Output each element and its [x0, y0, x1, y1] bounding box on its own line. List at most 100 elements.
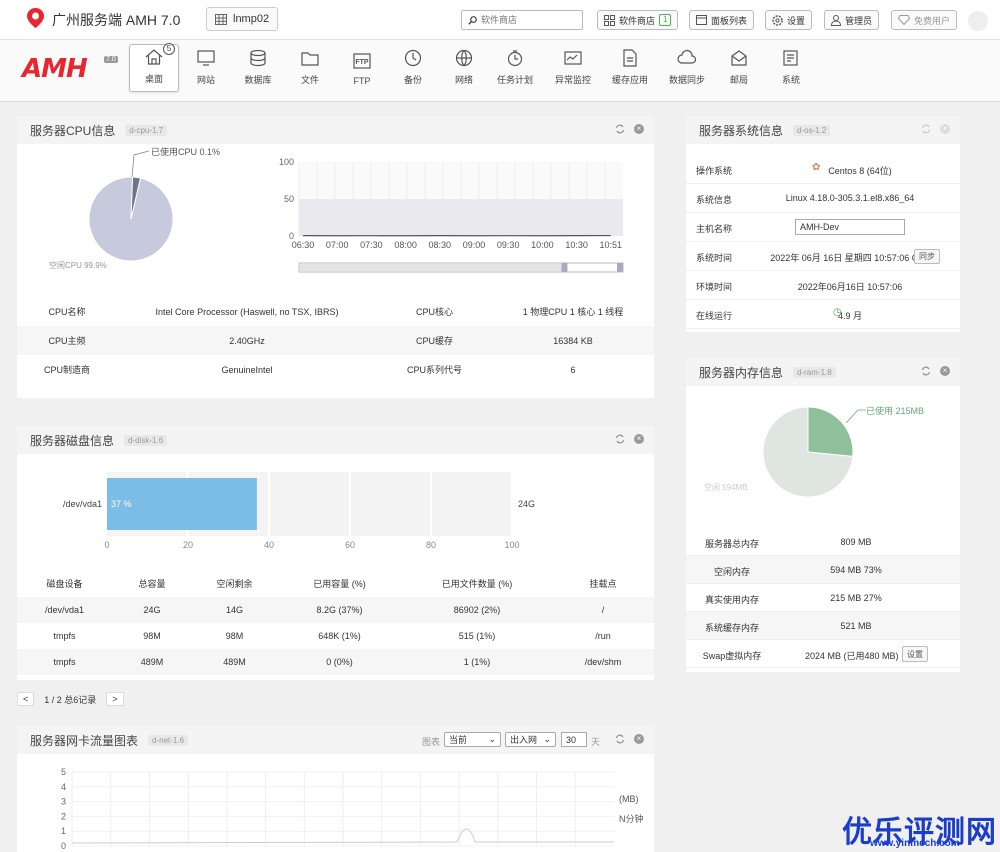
sys-key: 环境时间	[696, 282, 733, 292]
nav-item-mail[interactable]: 邮局	[714, 44, 764, 92]
settings-button[interactable]: 设置	[765, 10, 813, 30]
ram-row: 空闲内存 594 MB 73%	[686, 556, 960, 584]
close-icon[interactable]: ×	[634, 734, 644, 744]
cpu-line-xtick: 10:00	[531, 240, 554, 250]
free-user-button[interactable]: 免费用户	[891, 10, 958, 30]
nav-item-label: 邮局	[729, 75, 748, 85]
close-icon[interactable]: ×	[940, 124, 950, 134]
period-select[interactable]: 当前 ⌄	[444, 732, 501, 747]
ram-key: 服务器总内存	[704, 539, 759, 549]
search-box[interactable]	[461, 10, 583, 30]
nav-item-cron[interactable]: 任务计划	[490, 44, 540, 92]
nav-item-ftp[interactable]: FTP FTP	[337, 44, 387, 92]
net-ytick: 1	[61, 826, 66, 836]
cpu-panel-header: 服务器CPU信息 d-cpu-1.7 ×	[17, 116, 654, 144]
cpu-cell: 16384 KB	[553, 335, 593, 346]
ram-row: 服务器总内存 809 MB	[686, 528, 960, 556]
sync-time-button[interactable]: 同步	[914, 249, 940, 264]
cpu-line-band	[299, 199, 623, 236]
disk-panel-title: 服务器磁盘信息	[30, 433, 115, 448]
refresh-icon[interactable]	[921, 124, 931, 134]
nav-item-files[interactable]: 文件	[285, 44, 335, 92]
disk-column-header: 空闲剩余	[216, 579, 253, 589]
monitor-icon	[197, 50, 215, 66]
next-page-button[interactable]: >	[106, 692, 124, 706]
doc-icon	[623, 49, 637, 67]
close-icon[interactable]: ×	[634, 124, 644, 134]
disk-panel-header: 服务器磁盘信息 d-disk-1.6 ×	[17, 426, 654, 454]
cpu-line-xtick: 10:51	[600, 240, 623, 250]
nav-item-label: 桌面	[144, 74, 163, 84]
nav-item-backup[interactable]: 备份	[388, 44, 438, 92]
cpu-line-scroll-handle[interactable]	[617, 263, 623, 272]
nav-item-label: 异常监控	[554, 75, 591, 85]
nav-item-monitor[interactable]: 异常监控	[548, 44, 598, 92]
sys-row: 操作系统 Centos 8 (64位) ✿	[686, 156, 960, 184]
cpu-cell: CPU核心	[415, 307, 453, 317]
refresh-icon[interactable]	[921, 366, 931, 376]
cpu-panel-title: 服务器CPU信息	[30, 123, 116, 138]
disk-bar-right-label: 24G	[518, 499, 535, 509]
cpu-used-label: 已使用CPU 0.1%	[151, 146, 220, 157]
free-user-label: 免费用户	[914, 15, 951, 26]
nav-item-website[interactable]: 网站	[181, 44, 231, 92]
nav-item-sync[interactable]: 数据同步	[662, 44, 712, 92]
sys-row: 系统信息 Linux 4.18.0-305.3.1.el8.x86_64	[686, 185, 960, 213]
search-input[interactable]	[481, 15, 581, 25]
top-bar: 广州服务端 AMH 7.0 lnmp02 软件商店 1 面板列表 设置 管理员 …	[0, 0, 1000, 40]
nav-item-network[interactable]: 网络	[439, 44, 489, 92]
nav-item-desktop[interactable]: 桌面 5	[129, 43, 179, 92]
cpu-line-xtick: 08:30	[429, 240, 452, 250]
cpu-line-xtick: 08:00	[394, 240, 417, 250]
admin-button[interactable]: 管理员	[824, 10, 880, 30]
sys-value: 4.9 月	[837, 311, 862, 321]
store-button[interactable]: 软件商店 1	[597, 10, 679, 30]
watermark-url: www.yinmech.com	[870, 838, 960, 849]
disk-table: 磁盘设备 总容量 空闲剩余 已用容量 (%) 已用文件数量 (%) 挂载点 /dev/vd…	[17, 570, 654, 675]
refresh-icon[interactable]	[615, 124, 625, 134]
days-input[interactable]: 30	[561, 732, 587, 747]
disk-cell: /run	[595, 631, 611, 641]
cpu-cell: CPU缓存	[415, 336, 453, 346]
panel-list-button[interactable]: 面板列表	[689, 10, 755, 30]
disk-bar-xtick: 100	[504, 540, 519, 550]
net-panel-title: 服务器网卡流量图表	[30, 733, 139, 748]
pager-text: 1 / 2 总6记录	[44, 694, 97, 705]
avatar[interactable]	[968, 11, 988, 31]
cpu-cell: 2.40GHz	[229, 335, 265, 346]
swap-settings-button[interactable]: 设置	[902, 646, 928, 662]
disk-cell: 489M	[140, 657, 164, 667]
store-update-badge: 1	[659, 14, 672, 26]
screen-icon	[564, 51, 582, 65]
nav-item-label: 缓存应用	[611, 75, 648, 85]
location-pin-icon	[27, 8, 44, 28]
settings-label: 设置	[787, 15, 806, 26]
os-icon: ✿	[812, 162, 821, 173]
cpu-panel-tag: d-cpu-1.7	[125, 124, 168, 136]
prev-page-button[interactable]: <	[17, 692, 35, 706]
cpu-line-ytick: 50	[284, 194, 294, 204]
table-row: tmpfs 489M 489M 0 (0%) 1 (1%) /dev/shm	[17, 649, 654, 675]
server-selector-button[interactable]: lnmp02	[206, 7, 278, 31]
disk-column-header: 已用文件数量 (%)	[441, 579, 513, 589]
ram-panel-title: 服务器内存信息	[699, 365, 784, 380]
cpu-cell: Intel Core Processor (Haswell, no TSX, I…	[155, 306, 339, 317]
nav-item-database[interactable]: 数据库	[233, 44, 283, 92]
disk-column-header: 总容量	[138, 579, 166, 589]
folder-icon	[301, 52, 319, 66]
nav-item-system[interactable]: 系统	[766, 44, 816, 92]
hostname-input[interactable]: AMH-Dev	[795, 219, 905, 235]
net-line-chart: 0 1 2 3 4 5 (MB) N分钟	[61, 767, 644, 851]
direction-select[interactable]: 出入网 ⌄	[505, 732, 556, 747]
close-icon[interactable]: ×	[940, 366, 950, 376]
table-row: /dev/vda1 24G 14G 8.2G (37%) 86902 (2%) /	[17, 597, 654, 623]
sys-key: 主机名称	[696, 224, 733, 234]
disk-cell: 515 (1%)	[458, 631, 496, 641]
ram-key: 系统缓存内存	[704, 623, 759, 633]
refresh-icon[interactable]	[615, 434, 625, 444]
refresh-icon[interactable]	[615, 734, 625, 744]
ram-value: 215 MB 27%	[830, 593, 882, 603]
nav-item-cache[interactable]: 缓存应用	[605, 44, 655, 92]
cpu-line-scroll-handle[interactable]	[561, 263, 568, 272]
close-icon[interactable]: ×	[634, 434, 644, 444]
